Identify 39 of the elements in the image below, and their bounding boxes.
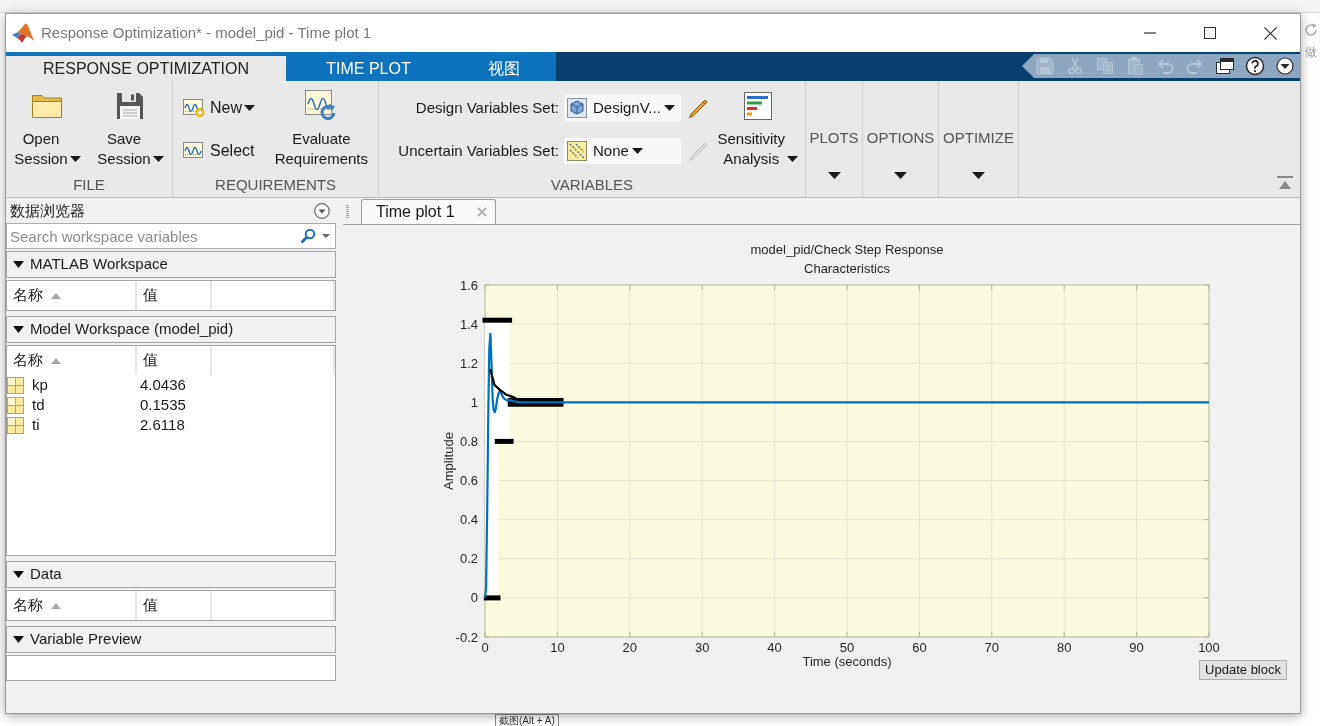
tick-label: 30 (694, 640, 710, 655)
field-label: Uncertain Variables Set: (397, 140, 559, 161)
tick-label: 0.8 (459, 433, 478, 449)
tick-label: 10 (550, 640, 565, 655)
tick-label: 0.2 (459, 551, 478, 567)
table-cell-text: 4.0436 (140, 374, 186, 395)
tick-label: 0 (481, 640, 489, 655)
window-title: Response Optimization* - model_pid - Time plot 1 (41, 22, 372, 43)
table-cell-text: kp (32, 374, 49, 395)
table-cell-text: 2.6118 (140, 414, 185, 435)
tick-label: 20 (622, 640, 638, 655)
tick-label: 0.6 (459, 473, 478, 489)
section-label: VARIABLES (550, 175, 634, 195)
tick-label: 1.6 (459, 278, 478, 293)
tooltip: 截图(Alt + A) (495, 714, 559, 726)
tick-label: 90 (1129, 640, 1144, 655)
tick-label: 80 (1056, 640, 1072, 655)
section-label: REQUIREMENTS (215, 175, 336, 195)
tick-label: -0.2 (455, 629, 478, 645)
tick-label: 100 (1198, 640, 1220, 655)
toolbar-label: 做 (1305, 45, 1317, 59)
section-label: FILE (73, 175, 105, 195)
tick-label: 60 (912, 640, 927, 655)
tick-label: 0.4 (459, 512, 478, 528)
axis-label: Time (seconds) (802, 654, 892, 669)
table-cell-text: td (32, 394, 46, 415)
tick-label: 70 (984, 640, 1000, 655)
panel-title: 数据浏览器 (10, 200, 85, 221)
tick-label: 40 (767, 640, 782, 655)
field-label: Design Variables Set: (414, 97, 559, 118)
tick-label: 1.4 (459, 316, 478, 332)
tick-label: 1 (470, 394, 478, 410)
tick-label: 0 (470, 590, 478, 606)
axis-label: Amplitude (440, 432, 456, 490)
table-cell-text: ti (32, 414, 41, 435)
chart-title: model_pid/Check Step Response Characteristics (749, 241, 945, 278)
table-cell-text: 0.1535 (140, 394, 186, 415)
tick-label: 50 (839, 640, 855, 655)
tick-label: 1.2 (459, 355, 478, 371)
